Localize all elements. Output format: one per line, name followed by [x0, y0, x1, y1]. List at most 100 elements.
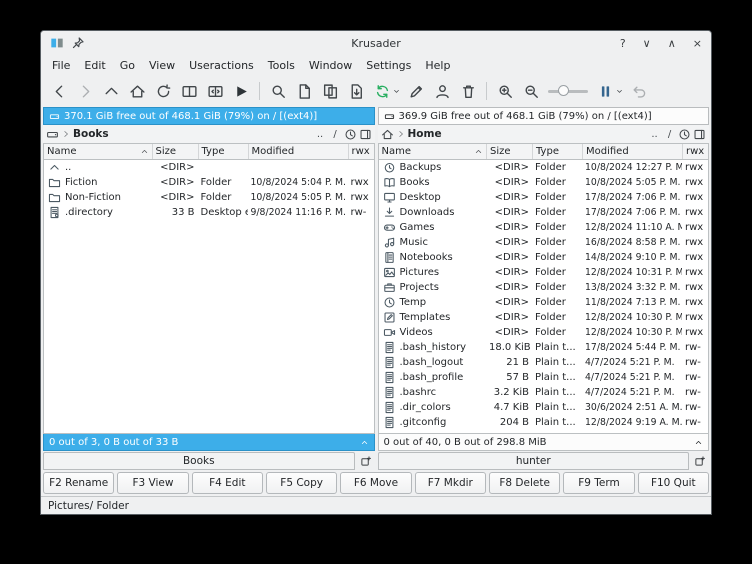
f7-mkdir-button[interactable]: F7 Mkdir: [414, 472, 486, 494]
undo-button[interactable]: [627, 79, 651, 103]
file-name: .dir_colors: [399, 402, 451, 413]
back-button[interactable]: [47, 79, 71, 103]
file-row[interactable]: .. <DIR>: [44, 160, 374, 175]
f6-move-button[interactable]: F6 Move: [340, 472, 412, 494]
right-file-list[interactable]: Backups <DIR> Folder 10/8/2024 12:27 P. …: [377, 160, 709, 434]
help-menu[interactable]: Help: [418, 58, 457, 73]
run-button[interactable]: [229, 79, 253, 103]
collapse-icon[interactable]: [360, 438, 369, 447]
view-menu[interactable]: View: [142, 58, 182, 73]
forward-button[interactable]: [73, 79, 97, 103]
f2-rename-button[interactable]: F2 Rename: [43, 472, 115, 494]
find-button[interactable]: [266, 79, 290, 103]
f9-term-button[interactable]: F9 Term: [563, 472, 635, 494]
fiction-row[interactable]: Fiction <DIR> Folder 10/8/2024 5:04 P. M…: [44, 175, 374, 190]
pictures-row[interactable]: Pictures <DIR> Folder 12/8/2024 10:31 P.…: [379, 265, 709, 280]
f4-edit-button[interactable]: F4 Edit: [191, 472, 263, 494]
titlebar[interactable]: Krusader ? ∨ ∧ ×: [41, 31, 711, 55]
root-crumb-button[interactable]: /: [329, 128, 342, 141]
dir-colors-row[interactable]: .dir_colors 4.7 KiB Plain t... 30/6/2024…: [379, 400, 709, 415]
edit-menu[interactable]: Edit: [77, 58, 112, 73]
up-crumb-button[interactable]: ..: [648, 128, 661, 141]
bash-profile-row[interactable]: .bash_profile 57 B Plain t... 4/7/2024 5…: [379, 370, 709, 385]
equal-panels-button[interactable]: [177, 79, 201, 103]
duplicate-file-button[interactable]: [318, 79, 342, 103]
directory-row[interactable]: .directory 33 B Desktop en... 9/8/2024 1…: [44, 205, 374, 220]
f10-quit-button[interactable]: F10 Quit: [637, 472, 709, 494]
name-column-header[interactable]: Name: [44, 146, 152, 157]
modified-column-header[interactable]: Modified: [247, 144, 348, 159]
maximize-button[interactable]: ∧: [668, 38, 676, 49]
go-menu[interactable]: Go: [113, 58, 142, 73]
file-menu[interactable]: File: [45, 58, 77, 73]
music-row[interactable]: Music <DIR> Folder 16/8/2024 8:58 P. M. …: [379, 235, 709, 250]
desktop-row[interactable]: Desktop <DIR> Folder 17/8/2024 7:06 P. M…: [379, 190, 709, 205]
caret-down-button[interactable]: [391, 79, 402, 103]
file-download-button[interactable]: [344, 79, 368, 103]
notebooks-row[interactable]: Notebooks <DIR> Folder 14/8/2024 9:10 P.…: [379, 250, 709, 265]
backups-row[interactable]: Backups <DIR> Folder 10/8/2024 12:27 P. …: [379, 160, 709, 175]
right-media-info[interactable]: 369.9 GiB free out of 468.1 GiB (79%) on…: [377, 107, 709, 125]
f5-copy-button[interactable]: F5 Copy: [265, 472, 338, 494]
collapse-icon[interactable]: [694, 438, 703, 447]
bash-logout-row[interactable]: .bash_logout 21 B Plain t... 4/7/2024 5:…: [379, 355, 709, 370]
tab-books[interactable]: Books: [43, 452, 355, 470]
swap-panels-button[interactable]: [203, 79, 227, 103]
breadcrumb-segment[interactable]: Books: [73, 128, 109, 140]
root-crumb-button[interactable]: /: [663, 128, 676, 141]
size-column-header[interactable]: Size: [486, 144, 532, 159]
window-menu[interactable]: Window: [302, 58, 359, 73]
trash-button[interactable]: [456, 79, 480, 103]
perm-column-header[interactable]: rwx: [347, 144, 374, 159]
new-tab-button[interactable]: [357, 452, 375, 470]
zoom-in-button[interactable]: [493, 79, 517, 103]
icon-size-slider[interactable]: [545, 79, 591, 103]
type-column-header[interactable]: Type: [197, 144, 248, 159]
bashrc-row[interactable]: .bashrc 3.2 KiB Plain t... 4/7/2024 5:21…: [379, 385, 709, 400]
left-file-list[interactable]: .. <DIR> Fiction <DIR> Folder 10/8/2024 …: [43, 160, 375, 434]
f8-delete-button[interactable]: F8 Delete: [488, 472, 561, 494]
close-button[interactable]: ×: [693, 38, 702, 49]
name-column-header[interactable]: Name: [379, 146, 487, 157]
non-fiction-row[interactable]: Non-Fiction <DIR> Folder 10/8/2024 5:05 …: [44, 190, 374, 205]
gitconfig-row[interactable]: .gitconfig 204 B Plain t... 12/8/2024 9:…: [379, 415, 709, 430]
games-row[interactable]: Games <DIR> Folder 12/8/2024 11:10 A. M.…: [379, 220, 709, 235]
breadcrumb-segment[interactable]: Home: [408, 128, 442, 140]
perm-column-header[interactable]: rwx: [682, 144, 708, 159]
books-row[interactable]: Books <DIR> Folder 10/8/2024 5:05 P. M. …: [379, 175, 709, 190]
zoom-out-button[interactable]: [519, 79, 543, 103]
caret-down-button[interactable]: [614, 79, 625, 103]
minimize-button[interactable]: ∨: [643, 38, 651, 49]
useractions-menu[interactable]: Useractions: [182, 58, 261, 73]
history-button[interactable]: [344, 128, 357, 141]
new-tab-button[interactable]: [691, 452, 709, 470]
bash-history-row[interactable]: .bash_history 18.0 KiB Plain t... 17/8/2…: [379, 340, 709, 355]
help-button[interactable]: ?: [620, 38, 626, 49]
size-column-header[interactable]: Size: [151, 144, 198, 159]
f3-view-button[interactable]: F3 View: [117, 472, 189, 494]
settings-menu[interactable]: Settings: [359, 58, 418, 73]
detach-tab-button[interactable]: [693, 128, 706, 141]
detach-tab-button[interactable]: [359, 128, 372, 141]
pen-button[interactable]: [404, 79, 428, 103]
home-icon[interactable]: [381, 128, 394, 141]
tools-menu[interactable]: Tools: [261, 58, 302, 73]
modified-column-header[interactable]: Modified: [582, 144, 682, 159]
new-file-button[interactable]: [292, 79, 316, 103]
refresh-button[interactable]: [151, 79, 175, 103]
left-media-info[interactable]: 370.1 GiB free out of 468.1 GiB (79%) on…: [43, 107, 375, 125]
downloads-row[interactable]: Downloads <DIR> Folder 17/8/2024 7:06 P.…: [379, 205, 709, 220]
videos-row[interactable]: Videos <DIR> Folder 12/8/2024 10:30 P. M…: [379, 325, 709, 340]
up-button[interactable]: [99, 79, 123, 103]
device-icon[interactable]: [46, 128, 59, 141]
home-button[interactable]: [125, 79, 149, 103]
templates-row[interactable]: Templates <DIR> Folder 12/8/2024 10:30 P…: [379, 310, 709, 325]
tab-hunter[interactable]: hunter: [377, 452, 689, 470]
pin-icon[interactable]: [71, 36, 85, 50]
up-crumb-button[interactable]: ..: [314, 128, 327, 141]
type-column-header[interactable]: Type: [532, 144, 582, 159]
user-button[interactable]: [430, 79, 454, 103]
history-button[interactable]: [678, 128, 691, 141]
temp-row[interactable]: Temp <DIR> Folder 11/8/2024 7:13 P. M. r…: [379, 295, 709, 310]
projects-row[interactable]: Projects <DIR> Folder 13/8/2024 3:32 P. …: [379, 280, 709, 295]
